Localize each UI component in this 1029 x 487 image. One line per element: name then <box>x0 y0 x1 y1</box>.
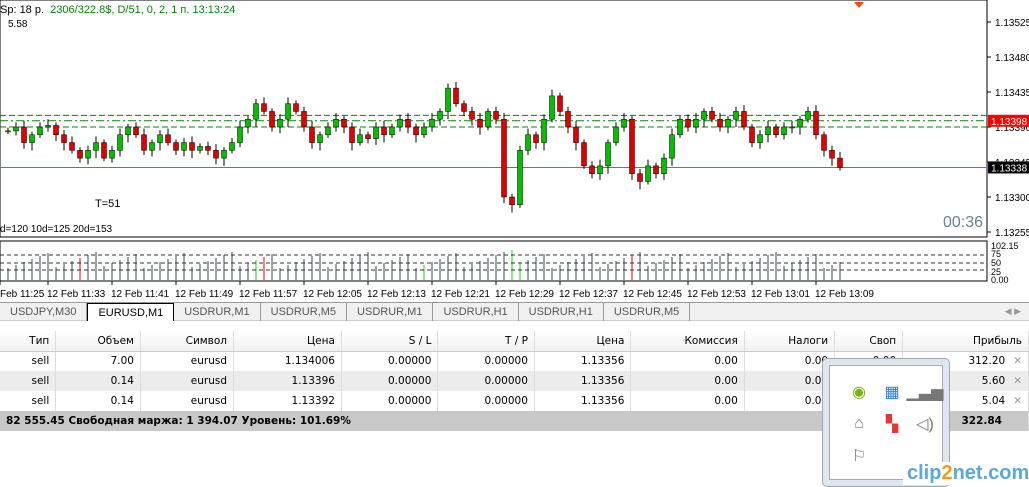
cell: 1.13396 <box>291 375 335 387</box>
column-header[interactable]: Символ <box>140 331 235 352</box>
time-tick: Feb 11:25 <box>0 289 45 300</box>
time-tick: 12 Feb 12:53 <box>687 289 746 300</box>
cell: 1.13356 <box>580 395 625 407</box>
tab-usdrur-m5[interactable]: USDRUR,M5 <box>604 303 691 321</box>
price-tick: 1.13255 <box>995 228 1029 239</box>
price-tick: 1.13525 <box>995 18 1029 29</box>
tab-usdrur-m1[interactable]: USDRUR,M1 <box>174 303 261 321</box>
bar-countdown: 00:36 <box>943 214 984 231</box>
price-tick: 1.13300 <box>995 193 1029 204</box>
candle <box>485 108 491 131</box>
cell: 0.14 <box>110 375 134 387</box>
column-header[interactable]: Своп <box>834 331 904 352</box>
close-position-icon[interactable]: ✕ <box>1013 355 1022 367</box>
candle <box>629 116 635 180</box>
account-summary: 82 555.45 Свободная маржа: 1 394.07 Уров… <box>0 411 904 431</box>
network-icon[interactable]: ⌂ <box>844 408 874 440</box>
close-position-icon[interactable]: ✕ <box>1013 375 1022 387</box>
timer-label: T=51 <box>95 198 121 210</box>
time-tick: 12 Feb 11:33 <box>47 289 106 300</box>
cell: 0.00 <box>714 395 738 407</box>
time-tick: 12 Feb 11:57 <box>239 289 298 300</box>
time-tick: 12 Feb 12:45 <box>623 289 682 300</box>
signal-icon[interactable]: ▁▃▅ <box>907 376 944 408</box>
cell: eurusd <box>190 395 228 407</box>
cell: 0.00 <box>714 355 738 368</box>
range-label: d=120 10d=125 20d=153 <box>0 224 113 235</box>
candle <box>517 145 523 208</box>
cell: 7.00 <box>110 355 134 368</box>
update-icon[interactable]: ▦ <box>877 376 907 408</box>
windows-icon[interactable]: ▚ <box>877 408 907 440</box>
cell: 312.20 <box>968 355 1006 368</box>
price-tick: 1.13435 <box>995 88 1029 99</box>
chart-info: Sp: 18 p. 2306/322.8$, D/51, 0, 2, 1 п. … <box>0 4 236 16</box>
chart-tabs: USDJPY,M30 EURUSD,M1 USDRUR,M1 USDRUR,M5 USD… <box>0 302 1029 321</box>
column-header[interactable]: Налоги <box>744 331 836 352</box>
cell: 0.00000 <box>484 355 528 368</box>
cell: 5.60 <box>981 375 1006 387</box>
column-header[interactable]: Тип <box>0 331 57 352</box>
column-header[interactable]: Цена <box>534 331 632 352</box>
volume-pane <box>0 240 988 282</box>
cell: 5.04 <box>981 395 1006 407</box>
nvidia-icon[interactable]: ◉ <box>844 376 874 408</box>
cell: 1.134006 <box>284 355 335 368</box>
cell: sell <box>31 395 50 407</box>
tab-usdrur-h1[interactable]: USDRUR,H1 <box>519 303 604 321</box>
close-position-icon[interactable]: ✕ <box>1013 395 1022 407</box>
tab-eurusd-m1[interactable]: EURUSD,M1 <box>87 303 175 321</box>
time-tick: 12 Feb 11:41 <box>111 289 170 300</box>
candle <box>101 139 107 162</box>
cell: 1.13392 <box>291 395 335 407</box>
tab-usdjpy-m30[interactable]: USDJPY,M30 <box>0 303 88 321</box>
price-tick: 1.13480 <box>995 53 1029 64</box>
cell: 0.00000 <box>484 395 528 407</box>
sub-value: 5.58 <box>8 19 28 30</box>
cell: sell <box>31 355 50 368</box>
time-tick: 12 Feb 12:05 <box>303 289 362 300</box>
cell: eurusd <box>190 375 228 387</box>
time-tick: 12 Feb 13:09 <box>815 289 874 300</box>
time-tick: 12 Feb 12:29 <box>495 289 554 300</box>
ask-marker: 1.13338 <box>991 163 1028 174</box>
candle <box>677 116 683 138</box>
cell: 1.13356 <box>580 355 625 368</box>
watermark: clip2net.com <box>903 462 1029 485</box>
tab-scroll-arrows[interactable]: ◀ ▶ <box>1005 306 1021 317</box>
price-chart[interactable]: 1.135251.134801.134351.133901.133451.133… <box>0 0 1029 300</box>
column-header[interactable]: Комиссия <box>630 331 745 352</box>
column-header[interactable]: Объем <box>55 331 141 352</box>
tab-usdrur-h1[interactable]: USDRUR,H1 <box>433 303 519 321</box>
column-header[interactable]: S / L <box>341 331 439 352</box>
time-tick: 12 Feb 12:37 <box>559 289 618 300</box>
speaker-icon[interactable]: ◁) <box>910 408 940 440</box>
column-header[interactable]: Прибыль <box>902 331 1029 352</box>
bid-marker: 1.13398 <box>991 117 1028 128</box>
flag-icon[interactable]: ⚐ <box>844 440 874 472</box>
cell: 0.00000 <box>388 355 432 368</box>
candle <box>581 139 587 170</box>
cell: 1.13356 <box>580 375 625 387</box>
cell: sell <box>31 375 50 387</box>
cell: 0.00000 <box>484 375 528 387</box>
time-tick: 12 Feb 12:21 <box>431 289 490 300</box>
column-header[interactable]: Цена <box>233 331 342 352</box>
tab-usdrur-m5[interactable]: USDRUR,M5 <box>261 303 348 321</box>
time-tick: 12 Feb 12:13 <box>367 289 426 300</box>
cell: 0.14 <box>110 395 134 407</box>
cell: 0.00 <box>714 375 738 387</box>
volume-tick: 0.00 <box>991 275 1009 285</box>
candle <box>501 113 507 204</box>
cell: 0.00000 <box>388 395 432 407</box>
column-header[interactable]: T / P <box>437 331 535 352</box>
time-tick: 12 Feb 11:49 <box>175 289 234 300</box>
cell: 0.00000 <box>388 375 432 387</box>
cell: eurusd <box>190 355 228 368</box>
tab-usdrur-m1[interactable]: USDRUR,M1 <box>347 303 434 321</box>
time-tick: 12 Feb 13:01 <box>751 289 810 300</box>
